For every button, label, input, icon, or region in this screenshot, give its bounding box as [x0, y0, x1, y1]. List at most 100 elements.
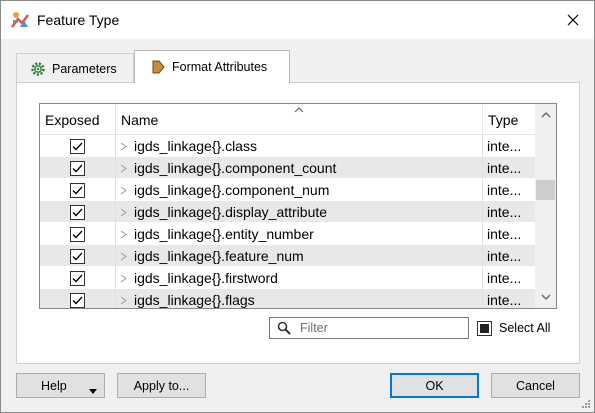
attribute-name: igds_linkage{}.flags — [134, 292, 255, 308]
exposed-checkbox[interactable] — [70, 270, 85, 286]
name-cell: igds_linkage{}.class — [116, 135, 483, 157]
attribute-type: inte... — [487, 248, 522, 264]
expand-arrow-icon[interactable] — [120, 142, 130, 151]
close-icon — [567, 14, 579, 26]
column-header-type-label: Type — [488, 111, 519, 128]
table-row[interactable]: igds_linkage{}.component_num inte... — [40, 179, 535, 201]
exposed-cell — [40, 223, 116, 245]
table-row[interactable]: igds_linkage{}.component_count inte... — [40, 157, 535, 179]
column-header-name-label: Name — [121, 111, 159, 128]
filter-input[interactable] — [300, 321, 460, 335]
fme-workbench-icon — [10, 11, 30, 29]
cancel-button-label: Cancel — [516, 378, 555, 393]
exposed-checkbox[interactable] — [70, 160, 85, 176]
checkmark-icon — [72, 186, 83, 194]
expand-arrow-icon[interactable] — [120, 164, 130, 173]
scroll-up-button[interactable] — [535, 106, 556, 124]
exposed-cell — [40, 201, 116, 223]
checkmark-icon — [72, 142, 83, 150]
exposed-checkbox[interactable] — [70, 292, 85, 308]
column-header-exposed-label: Exposed — [45, 111, 100, 128]
attributes-table: Exposed Name Type igds_linkage{}.classin… — [39, 103, 557, 309]
dialog-title: Feature Type — [37, 12, 120, 28]
sort-ascending-icon — [294, 104, 304, 113]
type-cell: inte... — [483, 201, 535, 223]
attribute-name: igds_linkage{}.display_attribute — [134, 204, 328, 220]
checkmark-icon — [72, 164, 83, 172]
checkmark-icon — [72, 252, 83, 260]
feature-type-dialog: Feature Type Parameters Format Attribute… — [0, 0, 595, 413]
attribute-type: inte... — [487, 204, 522, 220]
filter-field[interactable] — [269, 317, 469, 339]
table-row[interactable]: igds_linkage{}.display_attribute inte... — [40, 201, 535, 223]
checkmark-icon — [72, 208, 83, 216]
exposed-checkbox[interactable] — [70, 182, 85, 198]
help-button-label: Help — [41, 378, 67, 393]
cancel-button[interactable]: Cancel — [491, 373, 580, 398]
attribute-type: inte... — [487, 182, 522, 198]
type-cell: inte... — [483, 289, 535, 308]
expand-arrow-icon[interactable] — [120, 230, 130, 239]
select-all-box[interactable] — [477, 320, 492, 336]
table-row[interactable]: igds_linkage{}.class inte... — [40, 135, 535, 157]
exposed-cell — [40, 267, 116, 289]
name-cell: igds_linkage{}.component_num — [116, 179, 483, 201]
attribute-name: igds_linkage{}.feature_num — [134, 248, 304, 264]
select-all-checkbox[interactable]: Select All — [477, 319, 550, 337]
type-cell: inte... — [483, 245, 535, 267]
expand-arrow-icon[interactable] — [120, 274, 130, 283]
table-row[interactable]: igds_linkage{}.flags inte... — [40, 289, 535, 308]
checkmark-icon — [72, 230, 83, 238]
attribute-type: inte... — [487, 160, 522, 176]
type-cell: inte... — [483, 157, 535, 179]
expand-arrow-icon[interactable] — [120, 208, 130, 217]
column-header-exposed[interactable]: Exposed — [40, 104, 116, 135]
table-row[interactable]: igds_linkage{}.entity_number inte... — [40, 223, 535, 245]
checkmark-icon — [72, 274, 83, 282]
arrow-tag-icon — [150, 59, 166, 75]
exposed-cell — [40, 135, 116, 157]
exposed-checkbox[interactable] — [70, 138, 85, 154]
type-cell: inte... — [483, 223, 535, 245]
resize-grip-icon[interactable] — [581, 399, 591, 409]
attribute-name: igds_linkage{}.component_count — [134, 160, 337, 176]
expand-arrow-icon[interactable] — [120, 186, 130, 195]
tab-parameters[interactable]: Parameters — [16, 53, 134, 83]
table-header: Exposed Name Type — [40, 104, 535, 135]
name-cell: igds_linkage{}.component_count — [116, 157, 483, 179]
vertical-scrollbar[interactable] — [535, 104, 556, 308]
name-cell: igds_linkage{}.feature_num — [116, 245, 483, 267]
type-cell: inte... — [483, 267, 535, 289]
apply-to-button[interactable]: Apply to... — [117, 373, 206, 398]
column-header-type[interactable]: Type — [483, 104, 535, 135]
name-cell: igds_linkage{}.firstword — [116, 267, 483, 289]
indeterminate-mark — [480, 323, 489, 333]
exposed-checkbox[interactable] — [70, 248, 85, 264]
scrollbar-thumb[interactable] — [536, 180, 555, 200]
ok-button[interactable]: OK — [390, 373, 479, 398]
expand-arrow-icon[interactable] — [120, 296, 130, 305]
name-cell: igds_linkage{}.flags — [116, 289, 483, 308]
search-icon — [274, 318, 294, 338]
table-row[interactable]: igds_linkage{}.feature_num inte... — [40, 245, 535, 267]
attribute-name: igds_linkage{}.entity_number — [134, 226, 314, 242]
exposed-checkbox[interactable] — [70, 204, 85, 220]
close-button[interactable] — [558, 5, 588, 35]
checkmark-icon — [72, 296, 83, 304]
type-cell: inte... — [483, 135, 535, 157]
attribute-name: igds_linkage{}.component_num — [134, 182, 330, 198]
exposed-checkbox[interactable] — [70, 226, 85, 242]
title-bar: Feature Type — [1, 1, 594, 39]
dropdown-arrow-icon — [89, 383, 97, 397]
expand-arrow-icon[interactable] — [120, 252, 130, 261]
help-button[interactable]: Help — [16, 373, 105, 398]
scroll-down-button[interactable] — [535, 288, 556, 306]
gear-icon — [30, 61, 46, 77]
attribute-type: inte... — [487, 292, 522, 308]
attribute-type: inte... — [487, 270, 522, 286]
exposed-cell — [40, 245, 116, 267]
attribute-name: igds_linkage{}.class — [134, 138, 257, 154]
table-row[interactable]: igds_linkage{}.firstword inte... — [40, 267, 535, 289]
select-all-label: Select All — [499, 321, 551, 335]
tab-format-attributes[interactable]: Format Attributes — [134, 50, 290, 83]
